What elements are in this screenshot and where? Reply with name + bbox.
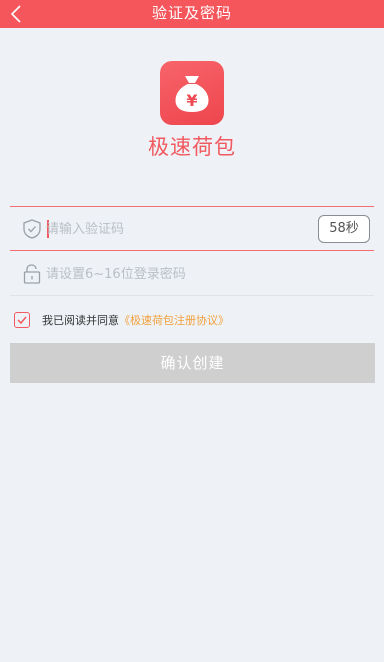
password-row xyxy=(10,252,374,296)
checkmark-icon xyxy=(17,316,27,325)
money-bag-icon: ¥ xyxy=(175,76,209,112)
page-title: 验证及密码 xyxy=(151,4,232,22)
app-logo: ¥ xyxy=(160,61,224,125)
top-bar: 验证及密码 xyxy=(0,0,384,28)
password-input[interactable] xyxy=(46,260,306,288)
resend-countdown-button[interactable]: 58秒 xyxy=(318,215,370,243)
verification-code-input[interactable] xyxy=(46,215,306,243)
verification-code-row: 58秒 xyxy=(10,206,374,251)
shield-check-icon xyxy=(23,219,41,239)
lock-icon xyxy=(23,264,41,284)
app-name: 极速荷包 xyxy=(148,135,236,159)
agreement-text: 我已阅读并同意 xyxy=(42,314,119,327)
agreement-link[interactable]: 《极速荷包注册协议》 xyxy=(119,312,229,328)
agreement-checkbox[interactable] xyxy=(14,312,30,328)
confirm-create-button[interactable]: 确认创建 xyxy=(10,343,375,383)
yen-symbol: ¥ xyxy=(186,91,197,110)
agreement-row: 我已阅读并同意 《极速荷包注册协议》 xyxy=(14,310,229,330)
